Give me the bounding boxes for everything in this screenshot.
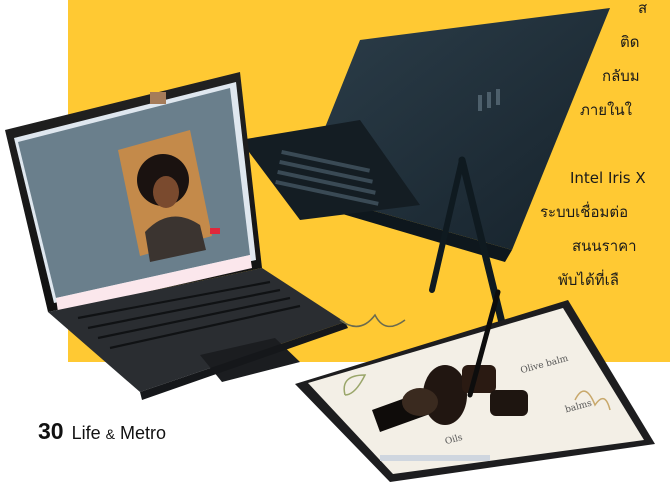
section-name-life: Life	[71, 423, 101, 443]
section-name: Life & Metro	[72, 423, 166, 444]
laptop-video-call	[5, 72, 348, 400]
tablet-back-view	[240, 8, 610, 339]
section-name-metro: Metro	[120, 423, 167, 443]
section-ampersand: &	[105, 426, 115, 442]
page-footer: 30 Life & Metro	[38, 418, 166, 445]
page-number: 30	[38, 418, 64, 444]
tablet-drawing-view	[295, 289, 655, 482]
